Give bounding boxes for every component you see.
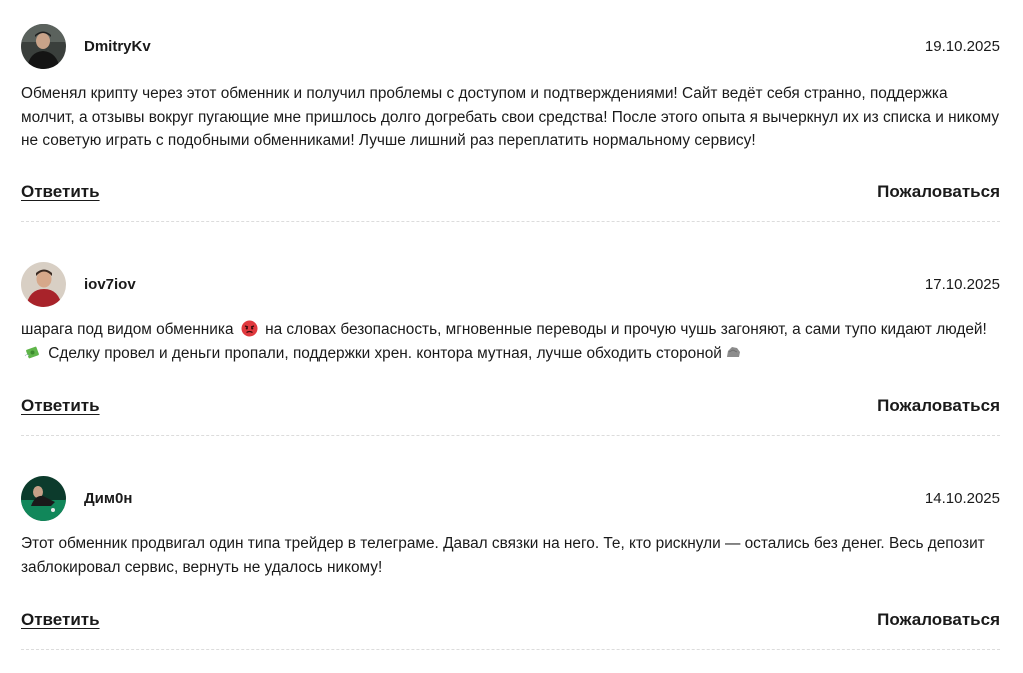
reply-button[interactable]: Ответить [21,395,100,417]
comment-text: Обменял крипту через этот обменник и пол… [21,85,1000,149]
comment-actions: Ответить Пожаловаться [21,609,1000,631]
reply-button[interactable]: Ответить [21,609,100,631]
money-with-wings-icon [24,344,41,361]
comment-author: Дим0н [84,490,133,507]
comment-divider [21,649,1000,650]
angry-face-icon [241,320,258,337]
comment-text-part: шарага под видом обменника [21,321,234,338]
report-button[interactable]: Пожаловаться [877,181,1000,203]
avatar[interactable] [21,24,66,69]
comment-divider [21,435,1000,436]
comment-header: iov7iov 17.10.2025 [21,262,1000,308]
comment-item: iov7iov 17.10.2025 шарага под видом обме… [21,262,1000,436]
avatar[interactable] [21,262,66,307]
comment-date: 17.10.2025 [924,276,1000,293]
comment-text-part: Сделку провел и деньги пропали, поддержк… [48,344,722,362]
comment-actions: Ответить Пожаловаться [21,181,1000,203]
comment-item: Дим0н 14.10.2025 Этот обменник продвигал… [21,476,1000,650]
comment-date: 19.10.2025 [924,38,1000,55]
comment-text: Этот обменник продвигал один типа трейде… [21,535,985,576]
comment-item: DmitryKv 19.10.2025 Обменял крипту через… [21,24,1000,222]
comment-divider [21,221,1000,222]
avatar[interactable] [21,476,66,521]
comment-author: iov7iov [84,276,136,293]
comment-actions: Ответить Пожаловаться [21,395,1000,417]
rock-icon [725,344,742,361]
comment-author: DmitryKv [84,38,151,55]
comment-header: Дим0н 14.10.2025 [21,476,1000,522]
comment-text: шарага под видом обменника на словах без… [21,318,1000,365]
report-button[interactable]: Пожаловаться [877,395,1000,417]
comment-header: DmitryKv 19.10.2025 [21,24,1000,70]
comment-date: 14.10.2025 [924,490,1000,507]
report-button[interactable]: Пожаловаться [877,609,1000,631]
reply-button[interactable]: Ответить [21,181,100,203]
comment-text-part: на словах безопасность, мгновенные перев… [265,321,987,338]
